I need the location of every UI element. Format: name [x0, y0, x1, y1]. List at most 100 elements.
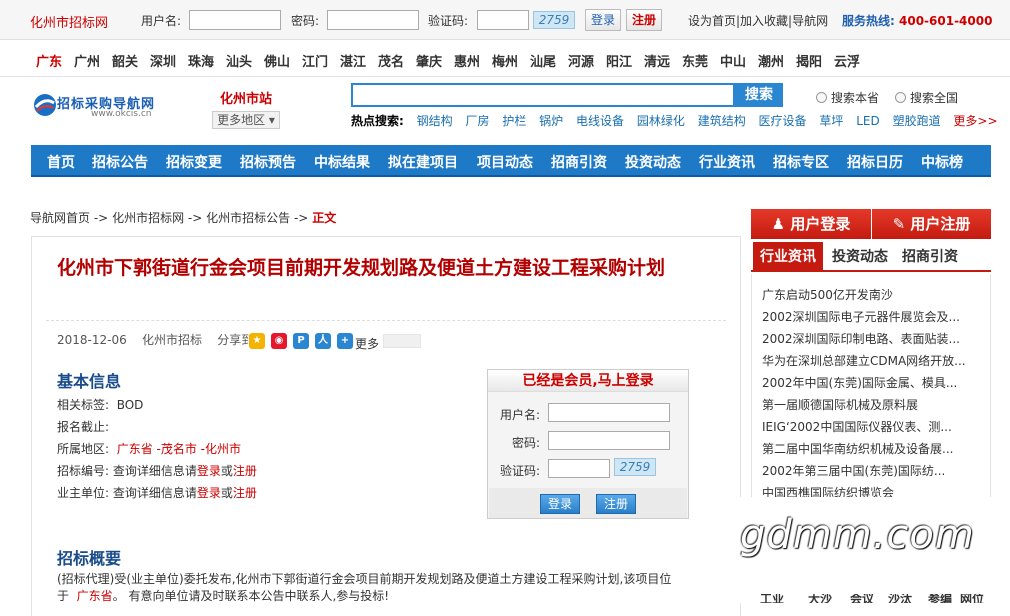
- nav-item[interactable]: 投资动态: [625, 152, 681, 172]
- user-login-button[interactable]: ♟ 用户登录: [751, 209, 871, 239]
- radio-icon: [895, 92, 906, 103]
- member-register-button[interactable]: 注册: [596, 494, 636, 514]
- more-area-dropdown[interactable]: 更多地区 ▾: [212, 111, 280, 129]
- city-link[interactable]: 湛江: [340, 51, 366, 70]
- nav-item[interactable]: 项目动态: [477, 152, 533, 172]
- login-link[interactable]: 登录: [197, 486, 221, 500]
- nav-item[interactable]: 中标榜: [921, 152, 963, 172]
- hot-word-link[interactable]: 建筑结构: [698, 114, 746, 128]
- qq-share-icon[interactable]: P: [293, 333, 309, 349]
- news-item[interactable]: 第二届中国华南纺织机械及设备展...: [762, 440, 953, 457]
- city-link[interactable]: 揭阳: [796, 51, 822, 70]
- nav-item[interactable]: 拟在建项目: [388, 152, 458, 172]
- hot-word-link[interactable]: 塑胶跑道: [893, 114, 941, 128]
- top-password-input[interactable]: [327, 10, 419, 30]
- news-item[interactable]: 2002深圳国际电子元器件展览会及...: [762, 308, 960, 325]
- city-link[interactable]: 云浮: [834, 51, 860, 70]
- top-login-button[interactable]: 登录: [585, 9, 621, 31]
- news-item[interactable]: 广东启动500亿开发南沙: [762, 286, 893, 303]
- region-value[interactable]: 广东省 -茂名市 -化州市: [117, 442, 241, 456]
- tab-investment[interactable]: 投资动态: [825, 242, 895, 272]
- nav-item[interactable]: 首页: [47, 152, 75, 172]
- hot-word-link[interactable]: 园林绿化: [637, 114, 685, 128]
- nav-item[interactable]: 招标预告: [240, 152, 296, 172]
- city-link[interactable]: 佛山: [264, 51, 290, 70]
- city-link[interactable]: 清远: [644, 51, 670, 70]
- radio-search-national[interactable]: 搜索全国: [895, 89, 958, 106]
- city-link[interactable]: 梅州: [492, 51, 518, 70]
- city-link[interactable]: 中山: [720, 51, 746, 70]
- hot-word-link[interactable]: 厂房: [465, 114, 489, 128]
- member-username-input[interactable]: [548, 403, 670, 422]
- qzone-share-icon[interactable]: ★: [249, 333, 265, 349]
- site-name-link[interactable]: 化州市招标网: [30, 12, 108, 31]
- nav-item[interactable]: 招标日历: [847, 152, 903, 172]
- register-link[interactable]: 注册: [233, 464, 257, 478]
- city-link[interactable]: 深圳: [150, 51, 176, 70]
- tag-value[interactable]: BOD: [117, 398, 144, 412]
- member-captcha-image[interactable]: 2759: [614, 458, 656, 476]
- user-register-button[interactable]: ✎ 用户注册: [872, 209, 991, 239]
- site-logo[interactable]: 招标采购导航网 www.okcis.cn: [33, 90, 183, 122]
- top-quick-links[interactable]: 设为首页|加入收藏|导航网: [688, 12, 828, 29]
- news-item[interactable]: 第一届顺德国际机械及原料展: [762, 396, 918, 413]
- news-item[interactable]: IEIG‘2002中国国际仪器仪表、测...: [762, 418, 952, 435]
- city-link[interactable]: 韶关: [112, 51, 138, 70]
- nav-item[interactable]: 行业资讯: [699, 152, 755, 172]
- weibo-share-icon[interactable]: ◉: [271, 333, 287, 349]
- top-register-button[interactable]: 注册: [626, 9, 662, 31]
- tab-attract-investment[interactable]: 招商引资: [895, 242, 965, 272]
- city-link[interactable]: 河源: [568, 51, 594, 70]
- nav-item[interactable]: 招商引资: [551, 152, 607, 172]
- city-link[interactable]: 广州: [74, 51, 100, 70]
- breadcrumb-category[interactable]: 化州市招标公告: [206, 211, 290, 225]
- hot-word-link[interactable]: 医疗设备: [759, 114, 807, 128]
- city-link[interactable]: 汕尾: [530, 51, 556, 70]
- overview-region[interactable]: 广东省: [77, 589, 113, 603]
- hot-word-link[interactable]: LED: [856, 114, 880, 128]
- renren-share-icon[interactable]: 人: [315, 333, 331, 349]
- city-link[interactable]: 肇庆: [416, 51, 442, 70]
- radio-search-province[interactable]: 搜索本省: [816, 89, 879, 106]
- nav-item[interactable]: 招标专区: [773, 152, 829, 172]
- nav-item[interactable]: 中标结果: [314, 152, 370, 172]
- member-login-button[interactable]: 登录: [540, 494, 580, 514]
- city-link[interactable]: 江门: [302, 51, 328, 70]
- member-captcha-input[interactable]: [548, 459, 610, 478]
- top-username-input[interactable]: [189, 10, 281, 30]
- search-input[interactable]: [351, 83, 735, 107]
- news-item[interactable]: 2002深圳国际印制电路、表面贴装...: [762, 330, 960, 347]
- news-item[interactable]: 2002年中国(东莞)国际金属、模具...: [762, 374, 957, 391]
- nav-item[interactable]: 招标变更: [166, 152, 222, 172]
- captcha-image[interactable]: 2759: [533, 11, 575, 29]
- tab-industry-news[interactable]: 行业资讯: [753, 242, 823, 272]
- city-link[interactable]: 惠州: [454, 51, 480, 70]
- hot-word-link[interactable]: 护栏: [502, 114, 526, 128]
- search-button[interactable]: 搜索: [735, 83, 783, 107]
- news-item[interactable]: 2002年第三届中国(东莞)国际纺...: [762, 462, 945, 479]
- add-share-icon[interactable]: +: [337, 333, 353, 349]
- city-link[interactable]: 东莞: [682, 51, 708, 70]
- hot-word-link[interactable]: 锅炉: [539, 114, 563, 128]
- article-source: 化州市招标: [142, 333, 203, 347]
- news-item[interactable]: 华为在深圳总部建立CDMA网络开放...: [762, 352, 966, 369]
- breadcrumb-home[interactable]: 导航网首页: [30, 211, 90, 225]
- city-link[interactable]: 阳江: [606, 51, 632, 70]
- city-link[interactable]: 珠海: [188, 51, 214, 70]
- breadcrumb-city[interactable]: 化州市招标网: [112, 211, 184, 225]
- hot-word-link[interactable]: 钢结构: [417, 114, 453, 128]
- share-more-link[interactable]: 更多: [355, 335, 379, 352]
- overview-line-2: 于 广东省。 有意向单位请及时联系本公告中联系人,参与投标!: [57, 587, 389, 604]
- hot-word-link[interactable]: 电线设备: [576, 114, 624, 128]
- member-password-input[interactable]: [548, 431, 670, 450]
- city-link[interactable]: 茂名: [378, 51, 404, 70]
- city-link[interactable]: 广东: [36, 51, 62, 70]
- login-link[interactable]: 登录: [197, 464, 221, 478]
- nav-item[interactable]: 招标公告: [92, 152, 148, 172]
- top-captcha-input[interactable]: [477, 10, 529, 30]
- city-link[interactable]: 潮州: [758, 51, 784, 70]
- hot-more-link[interactable]: 更多>>: [953, 114, 997, 128]
- hot-word-link[interactable]: 草坪: [819, 114, 843, 128]
- register-link[interactable]: 注册: [233, 486, 257, 500]
- city-link[interactable]: 汕头: [226, 51, 252, 70]
